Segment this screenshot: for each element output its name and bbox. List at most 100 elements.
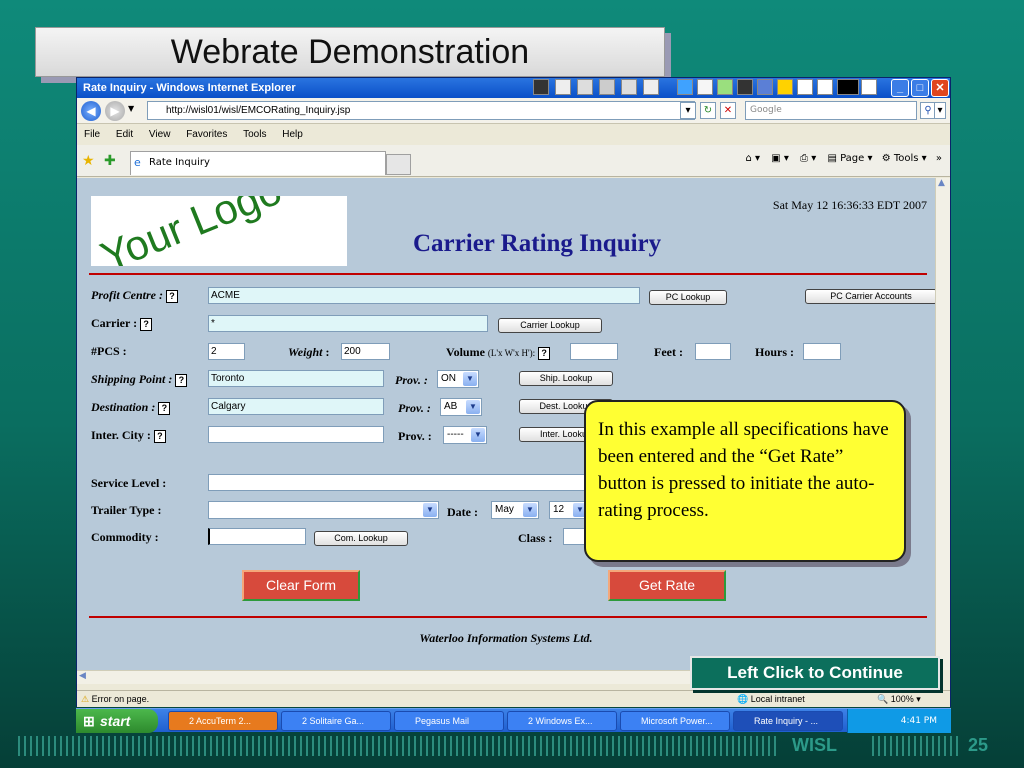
service-level-input[interactable] bbox=[208, 474, 588, 491]
print-icon[interactable]: ⎙ ▾ bbox=[800, 153, 816, 164]
pc-carrier-accounts-button[interactable]: PC Carrier Accounts bbox=[805, 289, 935, 304]
date-day-select[interactable]: 12 ▼ bbox=[549, 501, 589, 519]
scroll-left-icon[interactable]: ◀ bbox=[79, 671, 86, 681]
grid-icon[interactable] bbox=[757, 79, 773, 95]
new-tab-button[interactable] bbox=[386, 154, 411, 175]
help-icon[interactable]: ? bbox=[166, 289, 178, 303]
task-pegasus-mail[interactable]: Pegasus Mail bbox=[394, 711, 504, 731]
page-menu-label: Page bbox=[840, 153, 865, 164]
date-month-select[interactable]: May ▼ bbox=[491, 501, 539, 519]
volume-input[interactable] bbox=[570, 343, 618, 360]
close-button[interactable]: ✕ bbox=[931, 79, 949, 97]
add-favorite-icon[interactable]: ✚ bbox=[104, 153, 116, 169]
terminal-icon[interactable] bbox=[737, 79, 753, 95]
toolbar-icon[interactable] bbox=[533, 79, 549, 95]
app-icon[interactable] bbox=[717, 79, 733, 95]
toolbar-icon[interactable] bbox=[621, 79, 637, 95]
zoom-control[interactable]: 🔍 100% ▾ bbox=[877, 691, 921, 708]
settings-icon[interactable] bbox=[797, 79, 813, 95]
carrier-lookup-button[interactable]: Carrier Lookup bbox=[498, 318, 602, 333]
stop-icon[interactable]: ✕ bbox=[720, 102, 736, 119]
black-icon[interactable] bbox=[837, 79, 859, 95]
diamond-icon[interactable] bbox=[817, 79, 833, 95]
history-dropdown-icon[interactable]: ▼ bbox=[128, 104, 134, 113]
pc-lookup-button[interactable]: PC Lookup bbox=[649, 290, 727, 305]
chevron-right-icon[interactable]: » bbox=[936, 153, 942, 164]
toolbar-icon[interactable] bbox=[643, 79, 659, 95]
profit-centre-input[interactable]: ACME bbox=[208, 287, 640, 304]
window-icon[interactable] bbox=[861, 79, 877, 95]
destination-input[interactable]: Calgary bbox=[208, 398, 384, 415]
commodity-input[interactable] bbox=[208, 528, 306, 545]
task-accuterm[interactable]: 2 AccuTerm 2... bbox=[168, 711, 278, 731]
back-arrow-icon[interactable]: ◀ bbox=[81, 101, 101, 121]
footer-decoration bbox=[18, 736, 778, 756]
chevron-down-icon: ▼ bbox=[466, 400, 480, 414]
page-menu[interactable]: ▤ Page ▾ bbox=[827, 153, 872, 164]
clear-form-button[interactable]: Clear Form bbox=[242, 570, 360, 601]
help-icon[interactable]: ? bbox=[538, 346, 551, 360]
menu-favorites[interactable]: Favorites bbox=[186, 129, 227, 140]
task-rate-inquiry[interactable]: Rate Inquiry - ... bbox=[733, 711, 843, 731]
footer-label: WISL bbox=[792, 735, 837, 755]
globe-icon[interactable] bbox=[677, 79, 693, 95]
help-icon[interactable]: ? bbox=[153, 429, 166, 443]
divider bbox=[89, 616, 927, 618]
document-icon[interactable] bbox=[697, 79, 713, 95]
destination-prov-label: Prov. : bbox=[398, 401, 431, 415]
help-icon[interactable]: ? bbox=[175, 373, 188, 387]
minimize-button[interactable]: _ bbox=[891, 79, 909, 97]
task-solitaire[interactable]: 2 Solitaire Ga... bbox=[281, 711, 391, 731]
ship-lookup-button[interactable]: Ship. Lookup bbox=[519, 371, 613, 386]
url-dropdown-icon[interactable]: ▾ bbox=[680, 102, 696, 119]
toolbar-icon[interactable] bbox=[599, 79, 615, 95]
help-icon[interactable]: ? bbox=[158, 401, 171, 415]
menu-edit[interactable]: Edit bbox=[116, 129, 133, 140]
inter-prov-label: Prov. : bbox=[398, 429, 432, 443]
shipping-point-input[interactable]: Toronto bbox=[208, 370, 384, 387]
refresh-icon[interactable]: ↻ bbox=[700, 102, 716, 119]
inter-prov-select[interactable]: ----- ▼ bbox=[443, 426, 487, 444]
pcs-input[interactable]: 2 bbox=[208, 343, 245, 360]
feeds-icon[interactable]: ▣ ▾ bbox=[771, 153, 789, 164]
menu-view[interactable]: View bbox=[149, 129, 171, 140]
com-lookup-button[interactable]: Com. Lookup bbox=[314, 531, 408, 546]
task-windows-explorer[interactable]: 2 Windows Ex... bbox=[507, 711, 617, 731]
maximize-button[interactable]: □ bbox=[911, 79, 929, 97]
continue-button[interactable]: Left Click to Continue bbox=[690, 656, 940, 690]
inter-city-input[interactable] bbox=[208, 426, 384, 443]
menu-help[interactable]: Help bbox=[282, 129, 303, 140]
home-icon[interactable]: ⌂ ▾ bbox=[745, 153, 760, 164]
search-input[interactable]: Google bbox=[745, 101, 917, 120]
tools-menu[interactable]: ⚙ Tools ▾ bbox=[882, 153, 927, 164]
feet-input[interactable] bbox=[695, 343, 731, 360]
favorites-star-icon[interactable]: ★ bbox=[82, 153, 95, 169]
warning-icon[interactable]: ⚠ bbox=[81, 694, 89, 704]
hours-input[interactable] bbox=[803, 343, 841, 360]
inter-city-label: Inter. City :? bbox=[91, 428, 166, 443]
browser-window: Rate Inquiry - Windows Internet Explorer… bbox=[76, 77, 951, 707]
get-rate-button[interactable]: Get Rate bbox=[608, 570, 726, 601]
url-field[interactable]: http://wisl01/wisl/EMCORating_Inquiry.js… bbox=[147, 101, 695, 120]
trailer-type-select[interactable]: ▼ bbox=[208, 501, 439, 519]
tools-icon[interactable] bbox=[777, 79, 793, 95]
help-icon[interactable]: ? bbox=[140, 317, 153, 331]
toolbar-icon[interactable] bbox=[555, 79, 571, 95]
shipping-prov-select[interactable]: ON ▼ bbox=[437, 370, 479, 388]
task-powerpoint[interactable]: Microsoft Power... bbox=[620, 711, 730, 731]
toolbar-icon[interactable] bbox=[577, 79, 593, 95]
search-options-icon[interactable]: ▾ bbox=[934, 102, 946, 119]
zoom-label: 100% bbox=[890, 694, 914, 704]
forward-arrow-icon[interactable]: ▶ bbox=[105, 101, 125, 121]
tab-rate-inquiry[interactable]: e Rate Inquiry bbox=[130, 151, 386, 175]
clock[interactable]: 4:41 PM bbox=[901, 716, 937, 726]
menu-file[interactable]: File bbox=[84, 129, 100, 140]
weight-input[interactable]: 200 bbox=[341, 343, 390, 360]
page-footer: Waterloo Information Systems Ltd. bbox=[419, 631, 593, 645]
menu-tools[interactable]: Tools bbox=[243, 129, 266, 140]
destination-prov-select[interactable]: AB ▼ bbox=[440, 398, 482, 416]
carrier-input[interactable]: * bbox=[208, 315, 488, 332]
scroll-up-icon[interactable]: ▲ bbox=[938, 178, 945, 188]
start-button[interactable]: ⊞ start bbox=[76, 709, 158, 733]
vertical-scrollbar[interactable]: ▲ bbox=[935, 178, 950, 670]
